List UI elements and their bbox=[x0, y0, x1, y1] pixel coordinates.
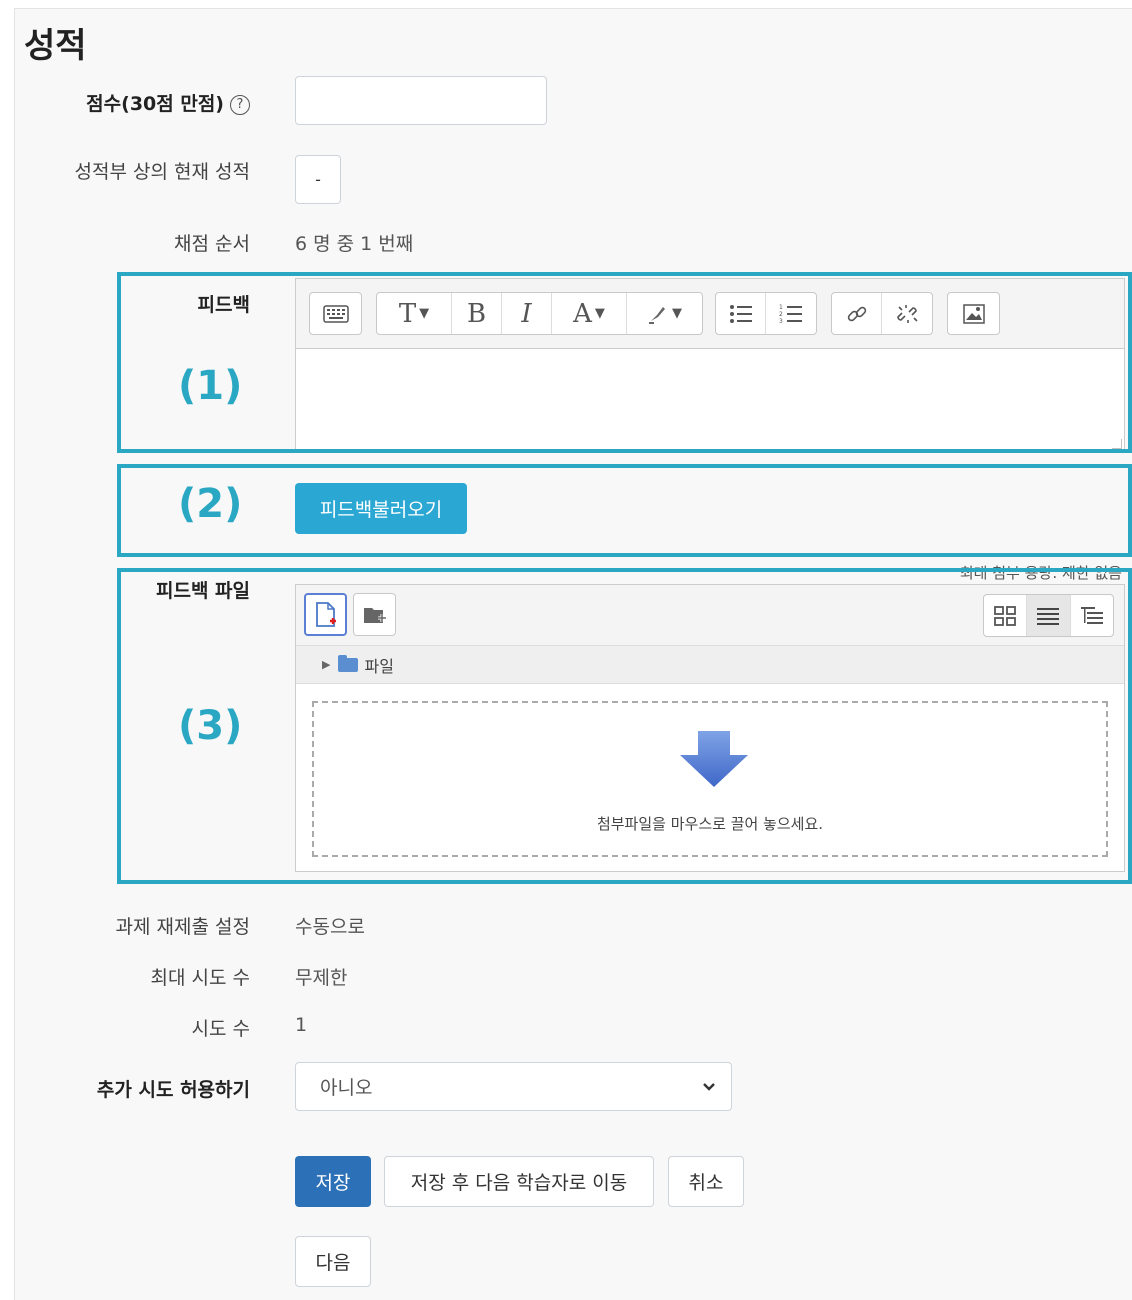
annotation-box-3 bbox=[117, 568, 1132, 884]
help-icon[interactable]: ? bbox=[230, 94, 250, 115]
save-button[interactable]: 저장 bbox=[295, 1156, 371, 1207]
annotation-label-2: (2) bbox=[178, 481, 243, 527]
annotation-box-1 bbox=[117, 272, 1132, 453]
save-next-button[interactable]: 저장 후 다음 학습자로 이동 bbox=[384, 1156, 654, 1207]
chevron-down-icon bbox=[703, 1083, 715, 1091]
annotation-label-3: (3) bbox=[178, 703, 243, 749]
resubmission-value: 수동으로 bbox=[295, 916, 365, 938]
allow-another-select[interactable]: 아니오 bbox=[295, 1062, 732, 1111]
score-label: 점수(30점 만점) bbox=[86, 93, 224, 115]
gradebook-value: - bbox=[295, 155, 341, 204]
score-input[interactable] bbox=[295, 76, 547, 125]
grading-order-label: 채점 순서 bbox=[174, 233, 250, 255]
gradebook-label: 성적부 상의 현재 성적 bbox=[74, 161, 250, 183]
attempts-value: 1 bbox=[295, 1014, 308, 1036]
next-button[interactable]: 다음 bbox=[295, 1236, 371, 1287]
grading-order-value: 6 명 중 1 번째 bbox=[295, 233, 414, 255]
attempts-label: 시도 수 bbox=[191, 1018, 250, 1040]
allow-another-label: 추가 시도 허용하기 bbox=[96, 1079, 250, 1101]
load-feedback-button[interactable]: 피드백불러오기 bbox=[295, 483, 467, 534]
annotation-box-2 bbox=[117, 464, 1132, 557]
annotation-label-1: (1) bbox=[178, 363, 243, 409]
allow-another-selected: 아니오 bbox=[320, 1077, 373, 1099]
resubmission-label: 과제 재제출 설정 bbox=[115, 916, 250, 938]
max-attempts-value: 무제한 bbox=[295, 967, 348, 989]
cancel-button[interactable]: 취소 bbox=[668, 1156, 744, 1207]
score-label-row: 점수(30점 만점)? bbox=[0, 89, 250, 116]
section-title: 성적 bbox=[24, 26, 87, 66]
max-attempts-label: 최대 시도 수 bbox=[150, 967, 250, 989]
